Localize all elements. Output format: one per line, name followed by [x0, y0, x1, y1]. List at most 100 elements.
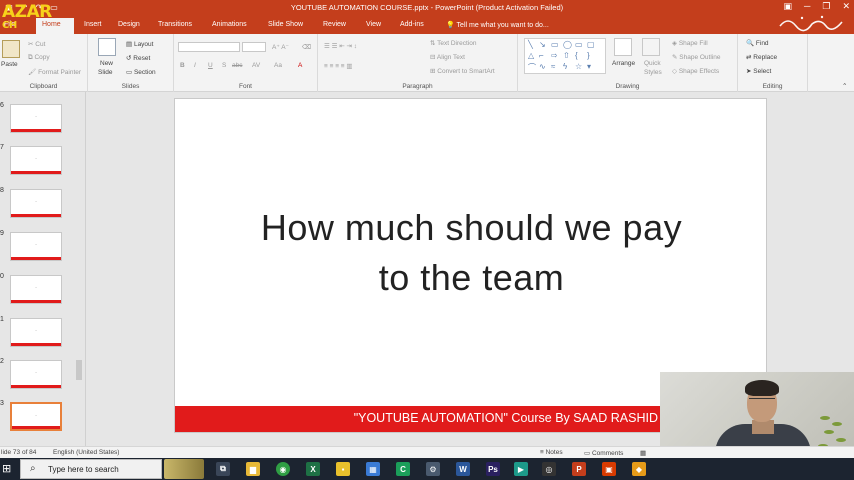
cut-button[interactable]: ✂ Cut	[28, 40, 45, 48]
bracket-shape-icon[interactable]: {	[575, 51, 578, 60]
roundrect-shape-icon[interactable]: ▢	[587, 40, 595, 49]
bend-shape-icon[interactable]: ⌐	[539, 51, 544, 60]
change-case-button[interactable]: Aa	[274, 62, 282, 69]
comments-button[interactable]: ▭ Comments	[584, 449, 623, 457]
shadow-button[interactable]: S	[222, 62, 226, 69]
clear-format-icon[interactable]: ⌫	[302, 43, 311, 51]
network-app-icon[interactable]: ⚙	[426, 462, 440, 476]
italic-button[interactable]: I	[194, 62, 196, 69]
quick-styles-icon[interactable]	[642, 38, 660, 56]
slide-thumbnail[interactable]: ...	[10, 232, 62, 261]
new-slide-label[interactable]: New	[100, 60, 113, 67]
select-button[interactable]: ➤ Select	[746, 67, 771, 75]
minimize-icon[interactable]: ─	[804, 1, 810, 12]
chrome-icon[interactable]: ◉	[276, 462, 290, 476]
copy-button[interactable]: ⧉ Copy	[28, 54, 50, 62]
more-shape-icon[interactable]: ▾	[587, 62, 591, 71]
arrow2-shape-icon[interactable]: ⇨	[551, 51, 558, 60]
normal-view-icon[interactable]: ▦	[640, 449, 646, 457]
weather-widget[interactable]	[164, 459, 204, 479]
layout-button[interactable]: ▤ Layout	[126, 40, 153, 48]
tab-view[interactable]: View	[366, 21, 381, 28]
task-view-icon[interactable]: ⧉	[216, 462, 230, 476]
new-slide-icon[interactable]	[98, 38, 116, 56]
tab-transitions[interactable]: Transitions	[158, 21, 192, 28]
font-name-box[interactable]	[178, 42, 240, 52]
slide-thumbnail[interactable]: ...	[10, 146, 62, 175]
obs-icon[interactable]: ◎	[542, 462, 556, 476]
language-status[interactable]: English (United States)	[53, 449, 119, 456]
rect-shape-icon[interactable]: ▭	[551, 40, 559, 49]
slide-thumbnail-selected[interactable]: ...	[10, 402, 62, 431]
tab-review[interactable]: Review	[323, 21, 346, 28]
powerpoint-icon[interactable]: P	[572, 462, 586, 476]
bullets-icon[interactable]: ☰ ☰ ⇤ ⇥ ↕	[324, 42, 357, 50]
sticky-notes-icon[interactable]: ▪	[336, 462, 350, 476]
reset-button[interactable]: ↺ Reset	[126, 54, 150, 62]
triangle-shape-icon[interactable]: △	[528, 51, 534, 60]
uparrow-shape-icon[interactable]: ⇧	[563, 51, 570, 60]
wave-shape-icon[interactable]: ≈	[551, 62, 555, 71]
tab-animations[interactable]: Animations	[212, 21, 247, 28]
convert-smartart-button[interactable]: ⊞ Convert to SmartArt	[430, 67, 495, 75]
tab-add-ins[interactable]: Add-ins	[400, 21, 424, 28]
underline-button[interactable]: U	[208, 62, 213, 69]
notes-button[interactable]: ≡ Notes	[540, 449, 563, 456]
arrow-shape-icon[interactable]: ↘	[539, 40, 546, 49]
align-text-button[interactable]: ⊟ Align Text	[430, 53, 465, 61]
line-shape-icon[interactable]: ╲	[528, 40, 533, 49]
tab-design[interactable]: Design	[118, 21, 140, 28]
slide-thumbnail[interactable]: ...	[10, 104, 62, 133]
quick-styles-button-2[interactable]: Styles	[644, 69, 662, 76]
shape-outline-button[interactable]: ✎ Shape Outline	[672, 53, 720, 61]
shapes-gallery[interactable]: ╲ ↘ ▭ ◯ ▭ ▢ △ ⌐ ⇨ ⇧ { } ⌒ ∿ ≈ ϟ ☆ ▾	[524, 38, 606, 74]
windows-start-icon[interactable]: ⊞	[2, 463, 14, 475]
slide-title[interactable]: How much should we pay to the team	[175, 203, 768, 303]
brace-shape-icon[interactable]: }	[587, 51, 590, 60]
tab-insert[interactable]: Insert	[84, 21, 102, 28]
premiere-icon[interactable]: Ps	[486, 462, 500, 476]
shape-fill-button[interactable]: ◈ Shape Fill	[672, 39, 708, 47]
slide-thumbnail[interactable]: ...	[10, 275, 62, 304]
tell-me-search[interactable]: 💡 Tell me what you want to do...	[446, 21, 549, 29]
arrange-button[interactable]: Arrange	[612, 60, 635, 67]
new-slide-label-2[interactable]: Slide	[98, 69, 112, 76]
close-icon[interactable]: ✕	[842, 1, 850, 12]
rect2-shape-icon[interactable]: ▭	[575, 40, 583, 49]
bolt-shape-icon[interactable]: ϟ	[563, 62, 567, 71]
tab-slide-show[interactable]: Slide Show	[268, 21, 303, 28]
ribbon-options-icon[interactable]: ▣	[783, 1, 792, 12]
oval-shape-icon[interactable]: ◯	[563, 40, 572, 49]
bold-button[interactable]: B	[180, 62, 185, 69]
app-icon-teal[interactable]: ▶	[514, 462, 528, 476]
app-icon-orange[interactable]: ◆	[632, 462, 646, 476]
restore-icon[interactable]: ❐	[822, 1, 830, 12]
file-explorer-icon[interactable]: ▆	[246, 462, 260, 476]
replace-button[interactable]: ⇄ Replace	[746, 53, 777, 61]
taskbar-search[interactable]: ⌕ Type here to search	[20, 459, 162, 479]
grow-font-icon[interactable]: A⁺ A⁻	[272, 43, 289, 51]
collapse-ribbon-icon[interactable]: ⌃	[842, 82, 847, 90]
font-size-box[interactable]	[242, 42, 266, 52]
calculator-icon[interactable]: ▦	[366, 462, 380, 476]
slide-thumbnail[interactable]: ...	[10, 189, 62, 218]
font-color-button[interactable]: A	[298, 62, 302, 69]
slide-thumbnail[interactable]: ...	[10, 360, 62, 389]
arrange-icon[interactable]	[614, 38, 632, 56]
format-painter-button[interactable]: 🖌 Format Painter	[28, 68, 81, 76]
callout-shape-icon[interactable]: ⌒	[528, 62, 536, 73]
slide-thumbnail[interactable]: ...	[10, 318, 62, 347]
excel-icon[interactable]: X	[306, 462, 320, 476]
shape-effects-button[interactable]: ◇ Shape Effects	[672, 67, 719, 75]
word-icon[interactable]: W	[456, 462, 470, 476]
recorder-icon[interactable]: ▣	[602, 462, 616, 476]
star-shape-icon[interactable]: ☆	[575, 62, 582, 71]
align-icons[interactable]: ≡ ≡ ≡ ≡ ▥	[324, 62, 353, 70]
curve-shape-icon[interactable]: ∿	[539, 62, 546, 71]
paste-icon[interactable]	[2, 40, 20, 58]
strikethrough-button[interactable]: abc	[232, 62, 242, 69]
thumbnails-scrollbar[interactable]	[76, 360, 82, 380]
char-spacing-button[interactable]: AV	[252, 62, 260, 69]
find-button[interactable]: 🔍 Find	[746, 39, 769, 47]
camtasia-icon[interactable]: C	[396, 462, 410, 476]
